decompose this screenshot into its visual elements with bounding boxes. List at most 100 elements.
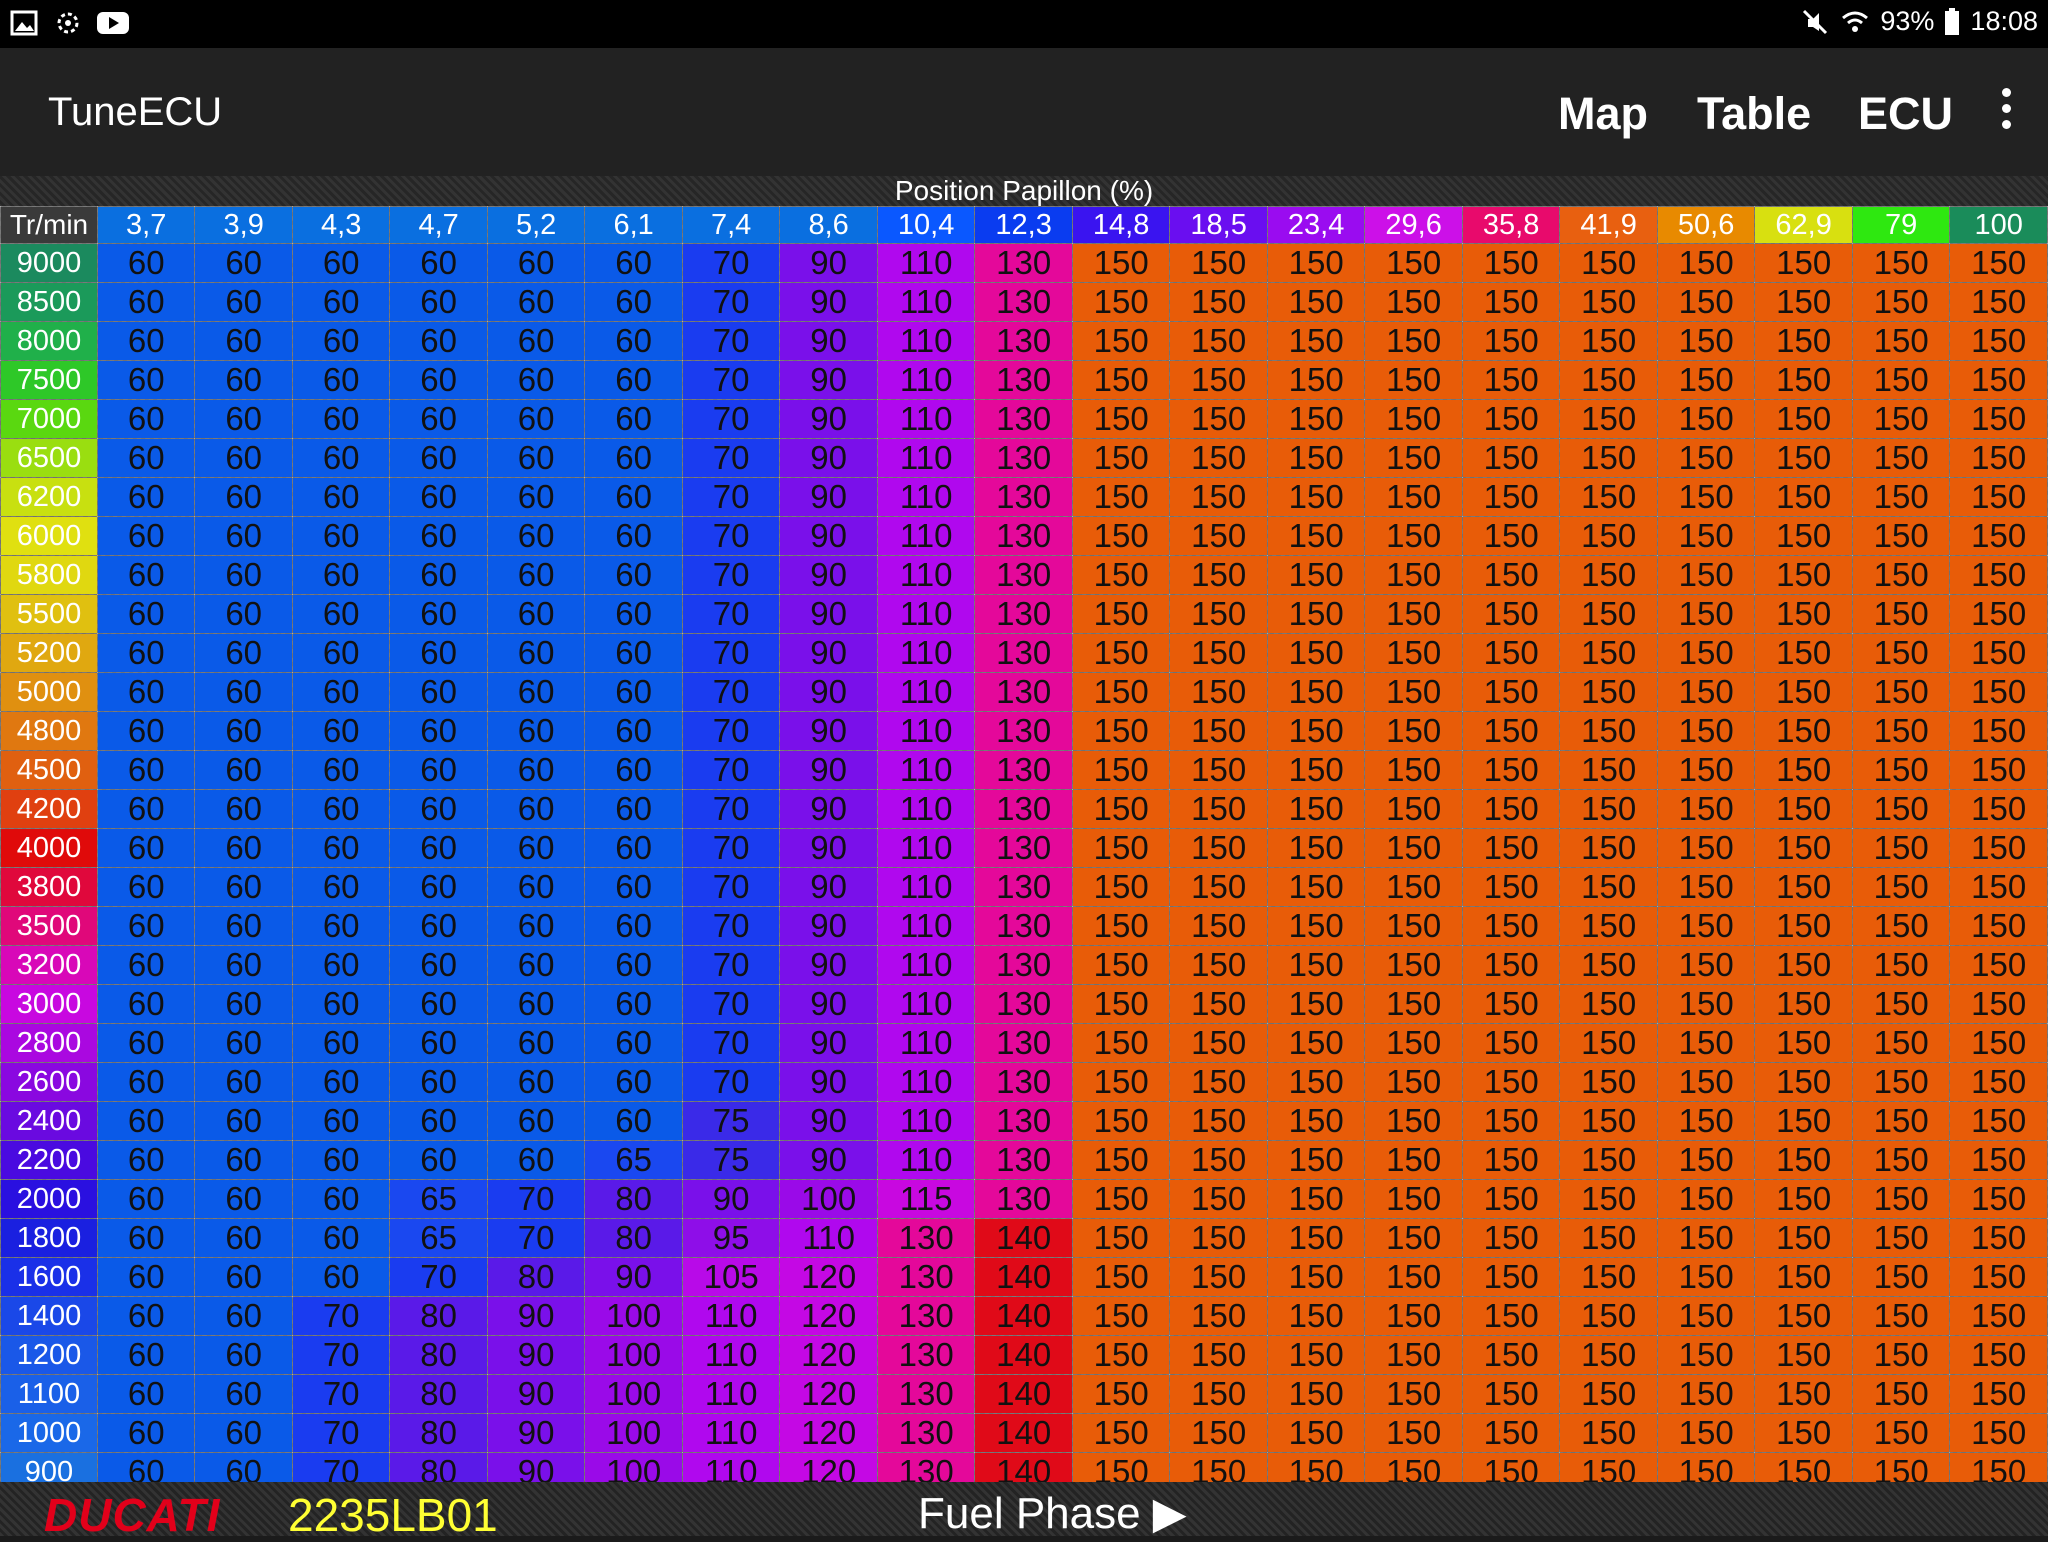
- map-cell[interactable]: 60: [96, 633, 196, 673]
- map-cell[interactable]: 70: [681, 438, 781, 478]
- map-cell[interactable]: 150: [1169, 1140, 1268, 1180]
- map-cell[interactable]: 150: [1949, 1101, 2048, 1141]
- map-cell[interactable]: 140: [974, 1218, 1073, 1258]
- map-cell[interactable]: 150: [1071, 399, 1171, 439]
- map-cell[interactable]: 90: [779, 906, 878, 946]
- map-cell[interactable]: 150: [1559, 399, 1658, 439]
- map-cell[interactable]: 60: [291, 789, 391, 829]
- map-cell[interactable]: 150: [1656, 477, 1756, 517]
- map-cell[interactable]: 150: [1851, 1179, 1951, 1219]
- map-cell[interactable]: 60: [96, 243, 196, 283]
- row-header[interactable]: 3000: [0, 984, 98, 1024]
- map-cell[interactable]: 60: [194, 321, 293, 361]
- map-cell[interactable]: 130: [876, 1335, 976, 1375]
- map-cell[interactable]: 130: [876, 1374, 976, 1414]
- map-cell[interactable]: 150: [1461, 1062, 1561, 1102]
- map-cell[interactable]: 60: [584, 1062, 683, 1102]
- map-cell[interactable]: 150: [1364, 633, 1463, 673]
- map-cell[interactable]: 150: [1656, 789, 1756, 829]
- map-cell[interactable]: 150: [1071, 1023, 1171, 1063]
- map-cell[interactable]: 60: [194, 1179, 293, 1219]
- map-cell[interactable]: 150: [1949, 672, 2048, 712]
- map-cell[interactable]: 130: [974, 711, 1073, 751]
- map-cell[interactable]: 60: [389, 867, 488, 907]
- map-cell[interactable]: 150: [1364, 906, 1463, 946]
- map-cell[interactable]: 150: [1461, 594, 1561, 634]
- map-cell[interactable]: 150: [1071, 984, 1171, 1024]
- map-cell[interactable]: 150: [1949, 594, 2048, 634]
- map-cell[interactable]: 150: [1461, 555, 1561, 595]
- map-cell[interactable]: 70: [389, 1257, 488, 1297]
- map-cell[interactable]: 60: [389, 321, 488, 361]
- map-cell[interactable]: 60: [389, 360, 488, 400]
- map-cell[interactable]: 60: [291, 672, 391, 712]
- map-cell[interactable]: 150: [1559, 516, 1658, 556]
- map-cell[interactable]: 150: [1559, 438, 1658, 478]
- map-cell[interactable]: 150: [1169, 594, 1268, 634]
- map-cell[interactable]: 90: [779, 945, 878, 985]
- map-cell[interactable]: 130: [974, 867, 1073, 907]
- map-cell[interactable]: 60: [291, 945, 391, 985]
- map-cell[interactable]: 150: [1266, 867, 1366, 907]
- map-cell[interactable]: 150: [1266, 1179, 1366, 1219]
- map-cell[interactable]: 130: [974, 1062, 1073, 1102]
- map-cell[interactable]: 150: [1851, 1062, 1951, 1102]
- map-cell[interactable]: 130: [974, 984, 1073, 1024]
- map-cell[interactable]: 150: [1754, 1140, 1853, 1180]
- map-cell[interactable]: 150: [1364, 1257, 1463, 1297]
- map-cell[interactable]: 150: [1169, 867, 1268, 907]
- map-cell[interactable]: 60: [96, 906, 196, 946]
- map-cell[interactable]: 80: [389, 1296, 488, 1336]
- map-cell[interactable]: 60: [486, 867, 586, 907]
- map-cell[interactable]: 90: [486, 1374, 586, 1414]
- map-cell[interactable]: 60: [389, 945, 488, 985]
- map-cell[interactable]: 150: [1656, 633, 1756, 673]
- map-cell[interactable]: 110: [876, 750, 976, 790]
- map-cell[interactable]: 60: [486, 906, 586, 946]
- map-cell[interactable]: 150: [1949, 867, 2048, 907]
- map-cell[interactable]: 150: [1266, 828, 1366, 868]
- map-cell[interactable]: 150: [1851, 516, 1951, 556]
- map-cell[interactable]: 130: [974, 789, 1073, 829]
- row-header[interactable]: 4500: [0, 750, 98, 790]
- map-cell[interactable]: 60: [291, 282, 391, 322]
- map-cell[interactable]: 60: [291, 1062, 391, 1102]
- column-header[interactable]: 3,7: [96, 206, 196, 244]
- map-cell[interactable]: 150: [1949, 243, 2048, 283]
- map-cell[interactable]: 150: [1656, 399, 1756, 439]
- map-cell[interactable]: 150: [1559, 828, 1658, 868]
- row-header[interactable]: 3200: [0, 945, 98, 985]
- map-cell[interactable]: 150: [1851, 282, 1951, 322]
- map-cell[interactable]: 150: [1559, 1335, 1658, 1375]
- map-cell[interactable]: 150: [1949, 984, 2048, 1024]
- map-cell[interactable]: 150: [1851, 1335, 1951, 1375]
- map-cell[interactable]: 90: [779, 750, 878, 790]
- map-cell[interactable]: 150: [1656, 1023, 1756, 1063]
- map-cell[interactable]: 150: [1169, 516, 1268, 556]
- map-cell[interactable]: 150: [1364, 984, 1463, 1024]
- map-cell[interactable]: 140: [974, 1413, 1073, 1453]
- map-cell[interactable]: 150: [1851, 789, 1951, 829]
- map-cell[interactable]: 60: [486, 399, 586, 439]
- map-cell[interactable]: 60: [194, 1062, 293, 1102]
- map-cell[interactable]: 60: [291, 360, 391, 400]
- map-cell[interactable]: 60: [584, 399, 683, 439]
- row-header[interactable]: 1600: [0, 1257, 98, 1297]
- map-cell[interactable]: 60: [194, 945, 293, 985]
- map-cell[interactable]: 100: [779, 1179, 878, 1219]
- map-cell[interactable]: 110: [876, 711, 976, 751]
- map-cell[interactable]: 60: [584, 438, 683, 478]
- map-cell[interactable]: 150: [1364, 399, 1463, 439]
- map-cell[interactable]: 150: [1559, 282, 1658, 322]
- map-cell[interactable]: 130: [876, 1413, 976, 1453]
- map-cell[interactable]: 60: [584, 672, 683, 712]
- map-cell[interactable]: 130: [974, 516, 1073, 556]
- map-cell[interactable]: 150: [1559, 633, 1658, 673]
- map-cell[interactable]: 150: [1364, 1218, 1463, 1258]
- map-cell[interactable]: 150: [1364, 828, 1463, 868]
- column-header[interactable]: 12,3: [974, 206, 1073, 244]
- map-cell[interactable]: 150: [1656, 1218, 1756, 1258]
- map-cell[interactable]: 130: [974, 945, 1073, 985]
- map-cell[interactable]: 150: [1071, 360, 1171, 400]
- map-cell[interactable]: 150: [1949, 945, 2048, 985]
